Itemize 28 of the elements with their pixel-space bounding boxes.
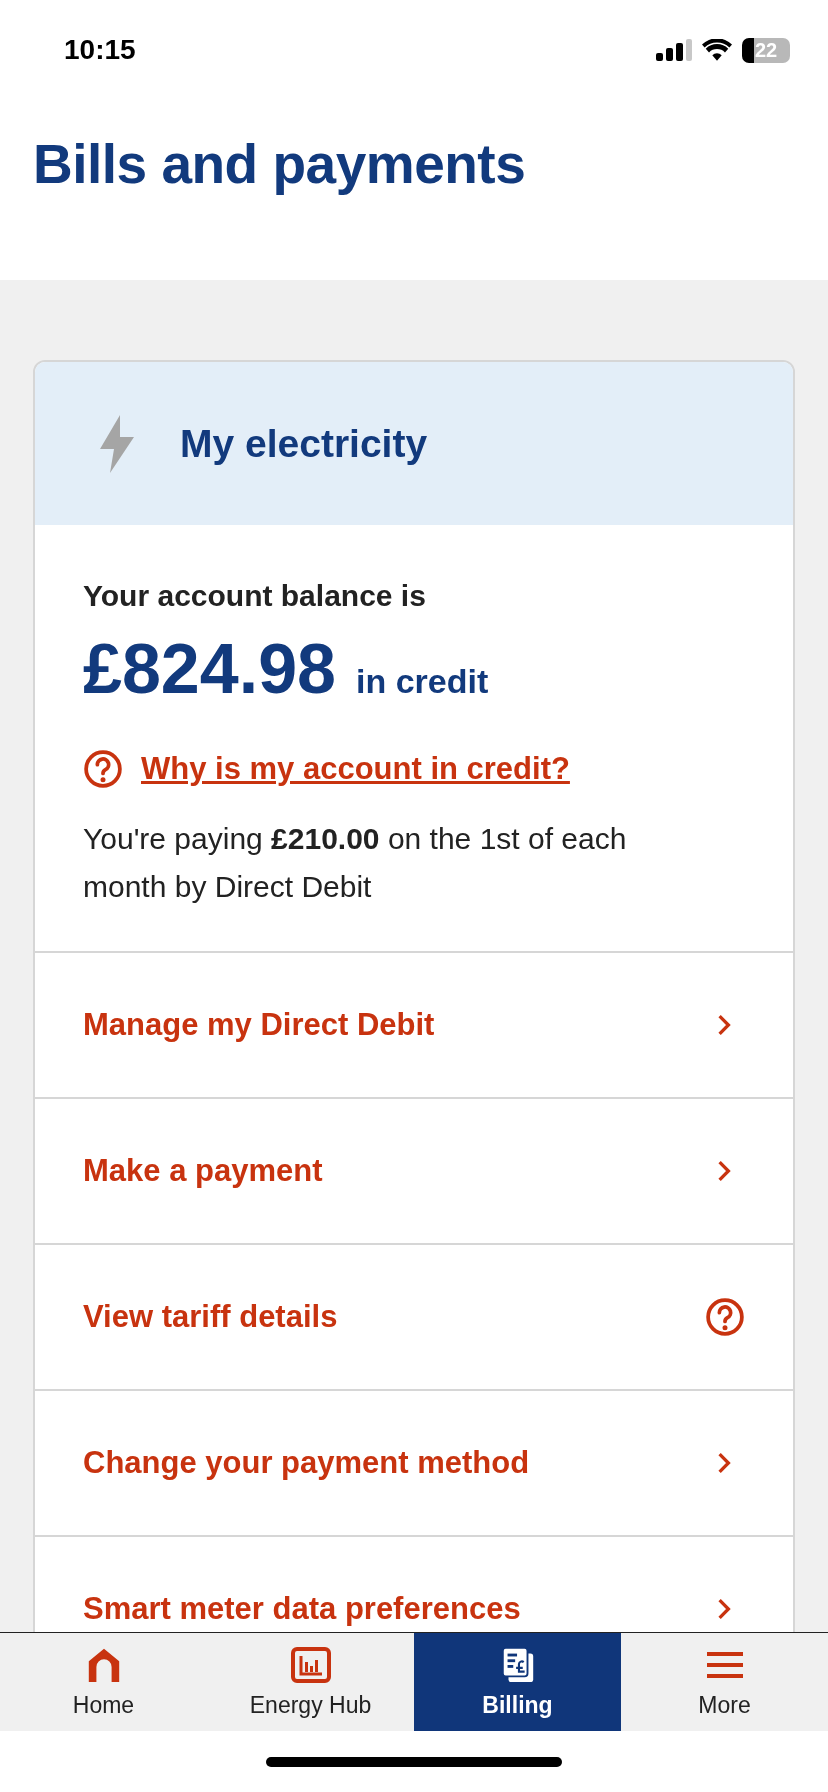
help-icon — [83, 749, 123, 789]
status-time: 10:15 — [64, 34, 136, 66]
chevron-icon — [717, 1014, 731, 1036]
tab-item[interactable]: Billing — [414, 1633, 621, 1731]
lightning-icon — [100, 414, 134, 473]
menu-item[interactable]: Manage my Direct Debit — [35, 953, 793, 1099]
help-icon — [705, 1297, 745, 1337]
tab-item[interactable]: Home — [0, 1633, 207, 1731]
menu-icon — [706, 1649, 743, 1680]
menu-item[interactable]: View tariff details — [35, 1245, 793, 1391]
chart-icon — [290, 1645, 331, 1684]
wifi-icon — [702, 38, 732, 62]
balance-amount: £824.98 — [83, 629, 337, 709]
signal-icon — [656, 39, 692, 61]
payment-text: You're paying £210.00 on the 1st of each month by Direct Debit — [83, 821, 628, 905]
chevron-icon — [717, 1598, 731, 1620]
balance-status: in credit — [356, 662, 489, 701]
tab-item[interactable]: More — [621, 1633, 828, 1731]
menu-item[interactable]: Make a payment — [35, 1099, 793, 1245]
page-title: Bills and payments — [33, 132, 527, 196]
tab-item[interactable]: Energy Hub — [207, 1633, 414, 1731]
balance-label: Your account balance is — [83, 579, 427, 613]
battery-indicator: 22 — [742, 37, 790, 63]
card-title: My electricity — [180, 421, 428, 466]
menu-item[interactable]: Change your payment method — [35, 1391, 793, 1537]
chevron-icon — [717, 1452, 731, 1474]
help-link[interactable]: Why is my account in credit? — [141, 751, 570, 787]
chevron-icon — [717, 1160, 731, 1182]
